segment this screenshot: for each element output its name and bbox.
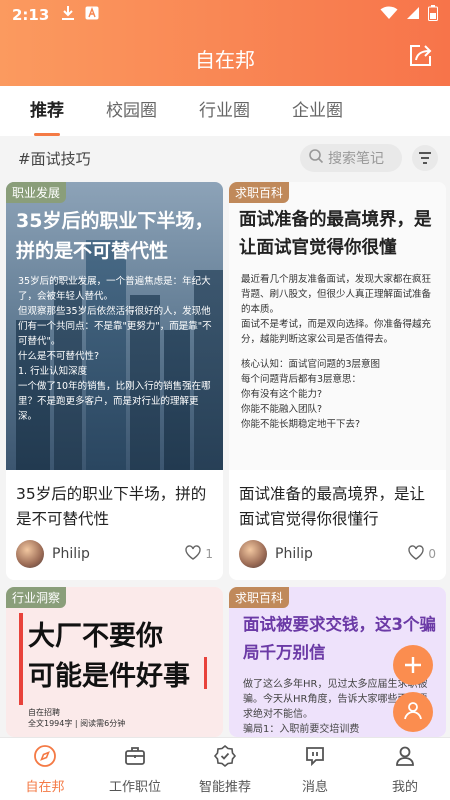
wifi-icon — [380, 6, 398, 24]
nav-label: 智能推荐 — [198, 779, 251, 795]
cover-line: 你有没有这个能力? — [241, 389, 323, 400]
cover-line: 每个问题背后都有3层意思： — [241, 374, 362, 385]
poster-title: 大厂不要你 可能是件好事 — [28, 617, 190, 697]
app-title: 自在邦 — [195, 48, 255, 72]
note-card[interactable]: 行业洞察 大厂不要你 可能是件好事 自在招聘 全文1994字 | 阅读需6分钟 — [6, 587, 223, 737]
card-cover-image: 求职百科 面试准备的最高境界，是让面试官觉得你很懂 最近看几个朋友准备面试，发现… — [229, 182, 446, 470]
nav-jobs[interactable]: 工作职位 — [90, 738, 180, 800]
user-icon — [402, 699, 424, 725]
cover-line: 核心认知：面试官问题的3层意图 — [241, 359, 381, 370]
share-icon[interactable] — [406, 42, 434, 70]
poster-meta-line: 全文1994字 | 阅读需6分钟 — [28, 719, 126, 728]
card-title: 面试准备的最高境界，是让面试官觉得你很懂行 — [239, 485, 426, 528]
filter-icon — [418, 149, 432, 168]
note-card[interactable]: 求职百科 面试准备的最高境界，是让面试官觉得你很懂 最近看几个朋友准备面试，发现… — [229, 182, 446, 580]
poster-meta: 自在招聘 全文1994字 | 阅读需6分钟 — [28, 707, 125, 729]
person-icon — [393, 744, 417, 772]
cover-title: 面试准备的最高境界，是让面试官觉得你很懂 — [239, 210, 432, 258]
nav-label: 工作职位 — [108, 779, 161, 795]
cover-line: 35岁后的职业发展，一个普遍焦虑是：年纪大了，会被年轻人替代。 — [18, 276, 211, 302]
accent-bar — [204, 657, 207, 689]
card-tag: 行业洞察 — [6, 587, 67, 608]
tab-company[interactable]: 企业圈 — [292, 86, 343, 136]
nav-profile[interactable]: 我的 — [360, 738, 450, 800]
card-footer: Philip 1 — [16, 540, 213, 568]
message-icon — [303, 744, 327, 772]
add-note-button[interactable] — [393, 645, 433, 685]
card-tag: 求职百科 — [229, 182, 290, 203]
profile-fab-button[interactable] — [393, 692, 433, 732]
cover-text: 35岁后的职业发展，一个普遍焦虑是：年纪大了，会被年轻人替代。 但观察那些35岁… — [18, 274, 213, 424]
avatar[interactable] — [239, 540, 267, 568]
accent-bar — [19, 613, 23, 705]
cover-line: 什么是不可替代性? — [18, 351, 100, 362]
card-cover-image: 行业洞察 大厂不要你 可能是件好事 自在招聘 全文1994字 | 阅读需6分钟 — [6, 587, 223, 737]
card-footer: Philip 0 — [239, 540, 436, 568]
compass-icon — [33, 744, 57, 772]
search-placeholder: 搜索笔记 — [328, 151, 384, 167]
heart-icon — [408, 545, 425, 563]
signal-icon — [406, 6, 420, 24]
status-bar: 2:13 — [0, 0, 450, 30]
like-button[interactable]: 0 — [408, 545, 436, 563]
author-name[interactable]: Philip — [52, 546, 90, 562]
status-time: 2:13 — [12, 6, 50, 24]
card-tag: 职业发展 — [6, 182, 67, 203]
like-count: 0 — [428, 547, 436, 561]
search-input[interactable]: 搜索笔记 — [300, 144, 402, 172]
card-title: 35岁后的职业下半场，拼的是不可替代性 — [16, 485, 207, 528]
bottom-nav: 自在邦 工作职位 智能推荐 消息 我的 — [0, 737, 450, 800]
nav-label: 我的 — [391, 779, 418, 795]
nav-label: 自在邦 — [25, 779, 65, 795]
poster-title-line: 大厂不要你 — [28, 621, 163, 652]
badge-check-icon — [213, 744, 237, 772]
note-card[interactable]: 职业发展 35岁后的职业下半场，拼的是不可替代性 35岁后的职业发展，一个普遍焦… — [6, 182, 223, 580]
card-tag: 求职百科 — [229, 587, 290, 608]
poster-title-line: 可能是件好事 — [28, 661, 190, 692]
heart-icon — [185, 545, 202, 563]
poster-meta-line: 自在招聘 — [28, 708, 60, 717]
status-right — [380, 5, 438, 25]
category-tabs: 推荐 校园圈 行业圈 企业圈 — [0, 86, 450, 136]
cover-title: 35岁后的职业下半场，拼的是不可替代性 — [16, 210, 214, 262]
nav-home[interactable]: 自在邦 — [0, 738, 90, 800]
cover-line: 你能不能融入团队? — [241, 404, 323, 415]
tab-campus[interactable]: 校园圈 — [106, 86, 157, 136]
like-count: 1 — [205, 547, 213, 561]
card-cover-image: 职业发展 35岁后的职业下半场，拼的是不可替代性 35岁后的职业发展，一个普遍焦… — [6, 182, 223, 470]
filter-button[interactable] — [412, 145, 438, 171]
nav-smart-recommend[interactable]: 智能推荐 — [180, 738, 270, 800]
nav-messages[interactable]: 消息 — [270, 738, 360, 800]
briefcase-icon — [123, 744, 147, 772]
battery-icon — [428, 5, 438, 25]
like-button[interactable]: 1 — [185, 545, 213, 563]
cover-line: 最近看几个朋友准备面试，发现大家都在疯狂背题、刷八股文，但很少人真正理解面试准备… — [241, 274, 432, 315]
author-name[interactable]: Philip — [275, 546, 313, 562]
tab-recommend[interactable]: 推荐 — [30, 86, 64, 136]
cover-line: 1. 行业认知深度 — [18, 366, 88, 377]
cover-line: 但观察那些35岁后依然活得很好的人，发现他们有一个共同点：不是靠"更努力"，而是… — [18, 306, 212, 347]
avatar[interactable] — [16, 540, 44, 568]
filter-bar: #面试技巧 搜索笔记 — [0, 136, 450, 180]
nav-label: 消息 — [301, 779, 328, 795]
a-icon — [85, 6, 99, 24]
cover-text: 最近看几个朋友准备面试，发现大家都在疯狂背题、刷八股文，但很少人真正理解面试准备… — [241, 272, 436, 432]
top-bar: 2:13 自在邦 — [0, 0, 450, 86]
add-icon — [403, 649, 423, 682]
tab-industry[interactable]: 行业圈 — [199, 86, 250, 136]
cover-line: 面试不是考试，而是双向选择。你准备得越充分，越能判断这家公司是否值得去。 — [241, 319, 432, 345]
download-icon — [61, 5, 75, 25]
cover-line: 你能不能长期稳定地干下去? — [241, 419, 361, 430]
search-icon — [308, 148, 324, 168]
cover-line: 一个做了10年的销售，比刚入行的销售强在哪里？不是跑更多客户，而是对行业的理解更… — [18, 381, 211, 422]
hashtag-label[interactable]: #面试技巧 — [18, 148, 91, 169]
